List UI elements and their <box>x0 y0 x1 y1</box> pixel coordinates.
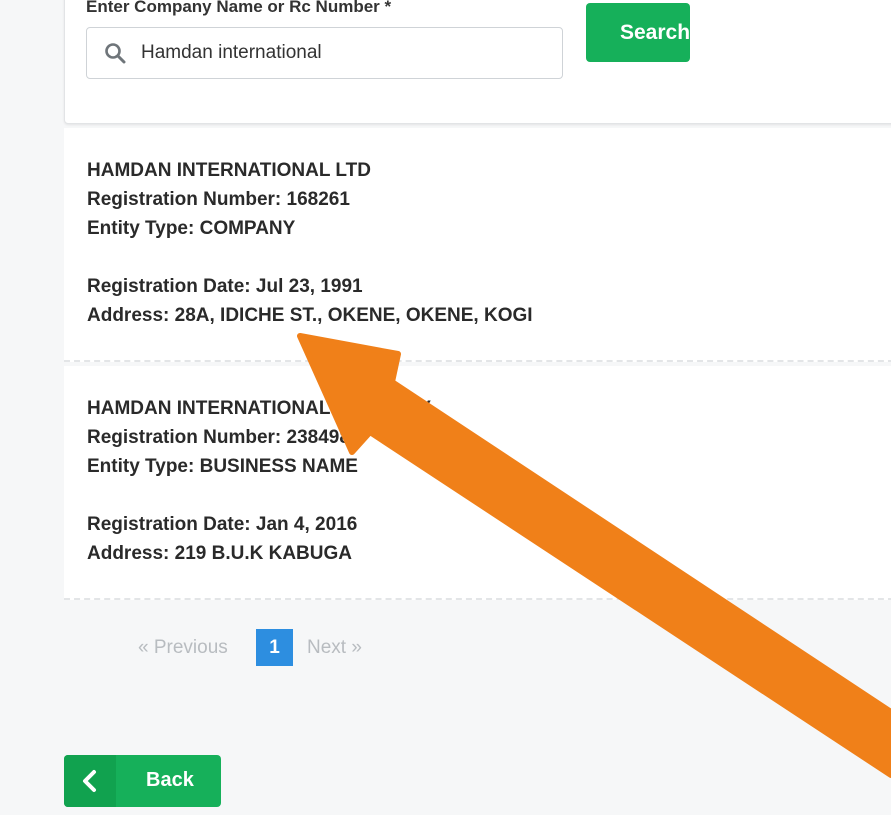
pagination-page-current[interactable]: 1 <box>256 629 293 666</box>
search-field[interactable] <box>86 27 563 79</box>
result-registration-number: Registration Number: 168261 <box>87 189 350 210</box>
result-registration-number: Registration Number: 2384985 <box>87 427 361 448</box>
search-input[interactable] <box>141 28 551 78</box>
pagination-previous[interactable]: « Previous <box>138 637 228 659</box>
pagination-next[interactable]: Next » <box>307 637 362 659</box>
result-address: Address: 28A, IDICHE ST., OKENE, OKENE, … <box>87 305 533 326</box>
back-label: Back <box>146 769 194 791</box>
result-registration-date: Registration Date: Jan 4, 2016 <box>87 514 358 535</box>
result-card[interactable]: HAMDAN INTERNATIONAL COMPANY Registratio… <box>64 366 891 600</box>
result-entity-type: Entity Type: BUSINESS NAME <box>87 456 358 477</box>
back-button[interactable]: Back <box>64 755 221 807</box>
chevron-left-icon <box>64 755 116 807</box>
result-registration-date: Registration Date: Jul 23, 1991 <box>87 276 363 297</box>
result-company-name: HAMDAN INTERNATIONAL COMPANY <box>87 398 432 419</box>
result-entity-type: Entity Type: COMPANY <box>87 218 296 239</box>
search-field-label: Enter Company Name or Rc Number * <box>86 0 392 16</box>
result-address: Address: 219 B.U.K KABUGA <box>87 543 352 564</box>
result-card[interactable]: HAMDAN INTERNATIONAL LTD Registration Nu… <box>64 128 891 362</box>
search-icon <box>105 43 126 64</box>
search-button[interactable]: Search <box>586 3 690 62</box>
result-company-name: HAMDAN INTERNATIONAL LTD <box>87 160 371 181</box>
